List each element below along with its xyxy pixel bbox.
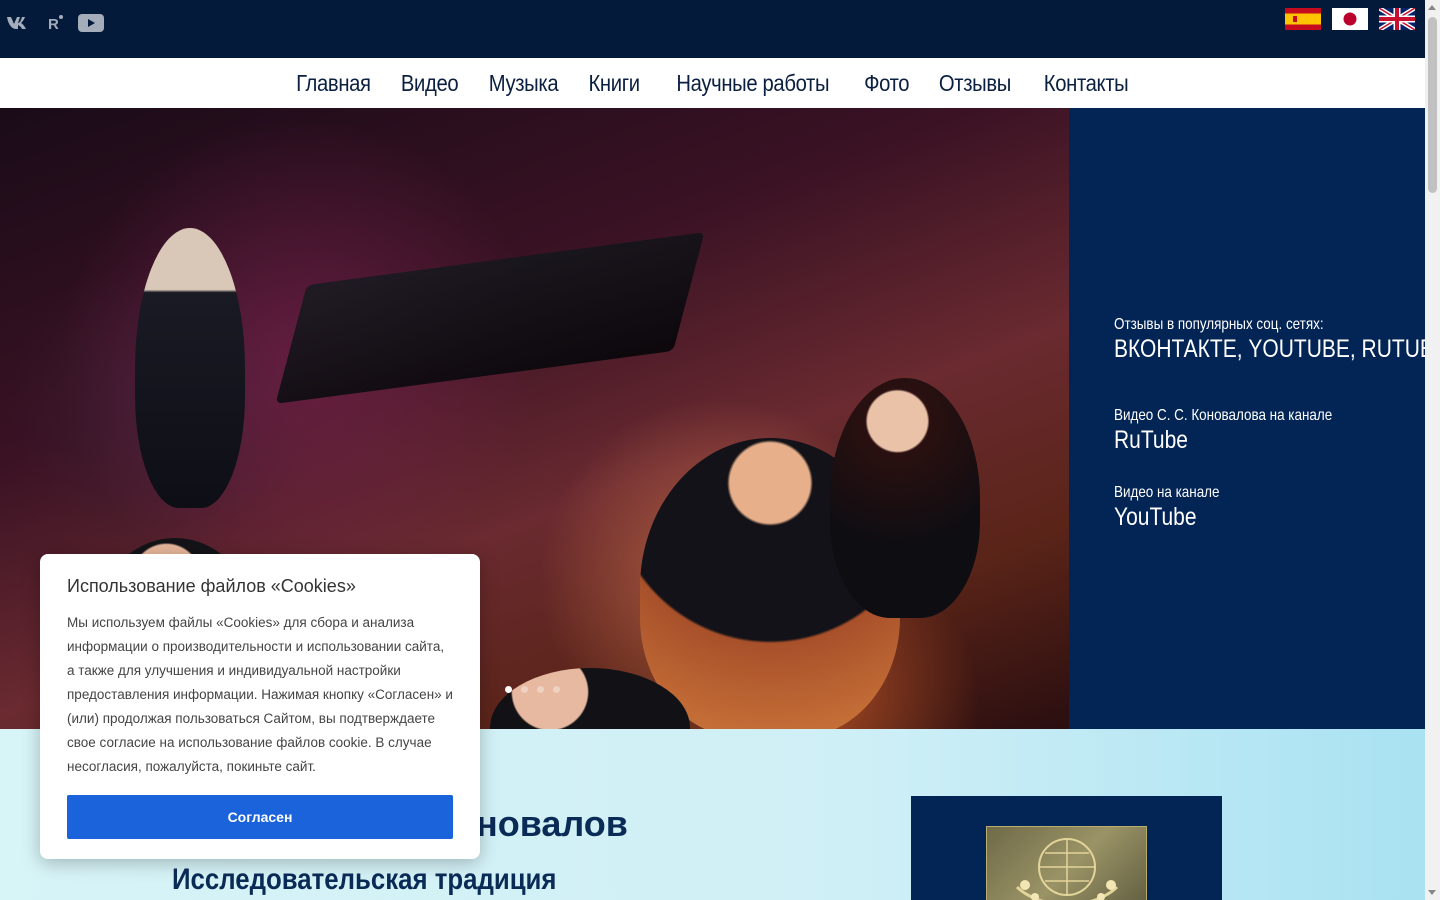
language-switcher [1285,8,1415,30]
svg-text:R: R [48,16,59,32]
nav-item-books[interactable]: Книги [589,70,641,97]
reviews-caption: Отзывы в популярных соц. сетях: [1114,316,1324,333]
rutube-caption: Видео С. С. Коновалова на канале [1114,407,1333,424]
section-subtitle: Исследовательская традиция [172,863,557,896]
slider-dot[interactable] [553,686,560,693]
nav-item-research[interactable]: Научные работы [676,70,829,97]
slider-dot[interactable] [537,686,544,693]
spanish-flag-icon[interactable] [1285,8,1321,30]
nav-item-photo[interactable]: Фото [864,70,909,97]
nav-item-music[interactable]: Музыка [489,70,559,97]
hero-photo-pianist [135,228,245,508]
award-emblem-image [986,826,1147,900]
youtube-caption: Видео на канале [1114,484,1220,501]
nav-item-home[interactable]: Главная [296,70,371,97]
slider-dot[interactable] [505,686,512,693]
youtube-link[interactable]: Видео на канале YouTube [1114,484,1240,532]
nav-item-reviews[interactable]: Отзывы [939,70,1011,97]
rutube-icon[interactable]: R [42,12,68,34]
slider-dots [505,686,560,693]
hero-photo-piano [275,232,705,404]
scroll-up-arrow-icon[interactable] [1428,5,1436,10]
reviews-title: ВКОНТАКТЕ, YOUTUBE, RUTUBE [1114,335,1440,363]
youtube-icon[interactable] [78,12,104,34]
social-links: R [6,12,104,34]
slider-dot[interactable] [521,686,528,693]
cookie-consent-dialog: Использование файлов «Cookies» Мы исполь… [40,554,480,859]
vk-icon[interactable] [6,12,32,34]
name-visible-part: оновалов [454,803,628,844]
reviews-link[interactable]: Отзывы в популярных соц. сетях: ВКОНТАКТ… [1114,316,1440,364]
cookie-title: Использование файлов «Cookies» [67,576,356,596]
hero-photo-violinist-woman [830,378,980,618]
japanese-flag-icon[interactable] [1332,8,1368,30]
rutube-link[interactable]: Видео С. С. Коновалова на канале RuTube [1114,407,1374,455]
top-bar: R [0,0,1425,58]
rutube-title: RuTube [1114,426,1188,454]
side-panel: Отзывы в популярных соц. сетях: ВКОНТАКТ… [1069,108,1440,729]
main-nav: Главная Видео Музыка Книги Научные работ… [0,58,1425,108]
cookie-text: Мы используем файлы «Cookies» для сбора … [67,615,453,774]
scrollbar-thumb[interactable] [1428,17,1437,193]
scroll-down-arrow-icon[interactable] [1428,890,1436,895]
youtube-title: YouTube [1114,503,1197,531]
award-card [911,796,1222,900]
page-scrollbar[interactable] [1425,0,1440,900]
nav-item-video[interactable]: Видео [401,70,459,97]
uk-flag-icon[interactable] [1379,8,1415,30]
nav-item-contacts[interactable]: Контакты [1044,70,1129,97]
cookie-accept-button[interactable]: Согласен [67,795,453,839]
